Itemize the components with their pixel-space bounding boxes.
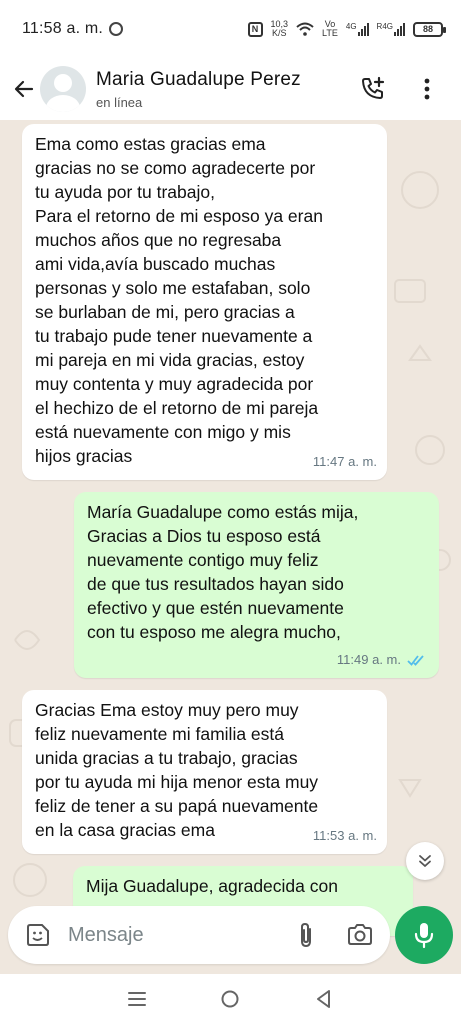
battery-icon: 88 [413,21,446,37]
whatsapp-notification-icon [109,22,124,36]
sticker-icon [27,924,49,946]
status-bar: 11:58 a. m. N 10,3 K/S Vo LTE 4G R4G 88 [0,0,461,58]
back-triangle-icon [317,990,331,1008]
recent-apps-button[interactable] [121,983,153,1015]
message-time: 11:49 a. m. [336,652,401,667]
paperclip-icon [301,922,311,948]
message-incoming[interactable]: Gracias Ema estoy muy pero muy feliz nue… [22,690,387,854]
contact-info[interactable]: Maria Guadalupe Perez en línea [96,69,301,110]
chat-header: Maria Guadalupe Perez en línea [0,58,461,120]
chat-area[interactable]: Ema como estas gracias ema gracias no se… [0,120,461,970]
signal-bars-1-icon [357,22,369,36]
avatar[interactable] [40,66,86,112]
back-button[interactable] [6,71,42,107]
phone-plus-icon [362,76,385,99]
message-outgoing[interactable]: María Guadalupe como estás mija, Gracias… [74,492,439,678]
attach-button[interactable] [290,919,322,951]
signal-1: 4G [346,22,369,36]
message-incoming[interactable]: Ema como estas gracias ema gracias no se… [22,124,387,480]
microphone-icon [414,923,434,949]
network-type-1: 4G [345,22,357,31]
volte-indicator: Vo LTE [322,20,338,38]
double-chevron-down-icon [419,855,431,867]
add-call-button[interactable] [357,73,389,105]
system-nav-bar [0,974,461,1024]
scroll-to-bottom-button[interactable] [406,842,444,880]
signal-2: R4G [377,22,405,36]
more-vertical-icon [424,78,430,100]
voice-message-button[interactable] [395,906,453,964]
signal-bars-2-icon [394,22,405,36]
message-text: Gracias Ema estoy muy pero muy feliz nue… [35,700,319,840]
message-text: Ema como estas gracias ema gracias no se… [35,134,323,466]
read-ticks-icon [407,655,424,666]
message-composer: Mensaje [8,906,390,964]
volte-label-2: LTE [322,28,338,38]
message-input[interactable]: Mensaje [68,924,290,947]
home-button[interactable] [214,983,246,1015]
status-time: 11:58 a. m. [22,20,104,37]
home-circle-icon [221,990,239,1008]
message-text: Mija Guadalupe, agradecida con [86,876,338,896]
header-actions [357,73,443,105]
contact-name: Maria Guadalupe Perez [96,68,301,90]
presence-status: en línea [96,94,143,110]
menu-lines-icon [127,992,146,1006]
message-time: 11:53 a. m. [312,828,377,843]
battery-level: 88 [422,24,433,34]
nfc-icon: N [247,21,263,37]
camera-button[interactable] [344,919,376,951]
wifi-icon [296,22,314,36]
message-text: María Guadalupe como estás mija, Gracias… [87,502,359,642]
back-arrow-icon [14,80,34,98]
sticker-button[interactable] [22,919,54,951]
network-speed: 10,3 K/S [271,20,289,38]
camera-icon [348,924,372,945]
back-nav-button[interactable] [308,983,340,1015]
network-type-2: R4G [376,22,393,31]
more-options-button[interactable] [411,73,443,105]
message-time: 11:47 a. m. [312,454,377,469]
speed-unit: K/S [272,28,287,38]
status-indicators: N 10,3 K/S Vo LTE 4G R4G 88 [247,20,446,38]
